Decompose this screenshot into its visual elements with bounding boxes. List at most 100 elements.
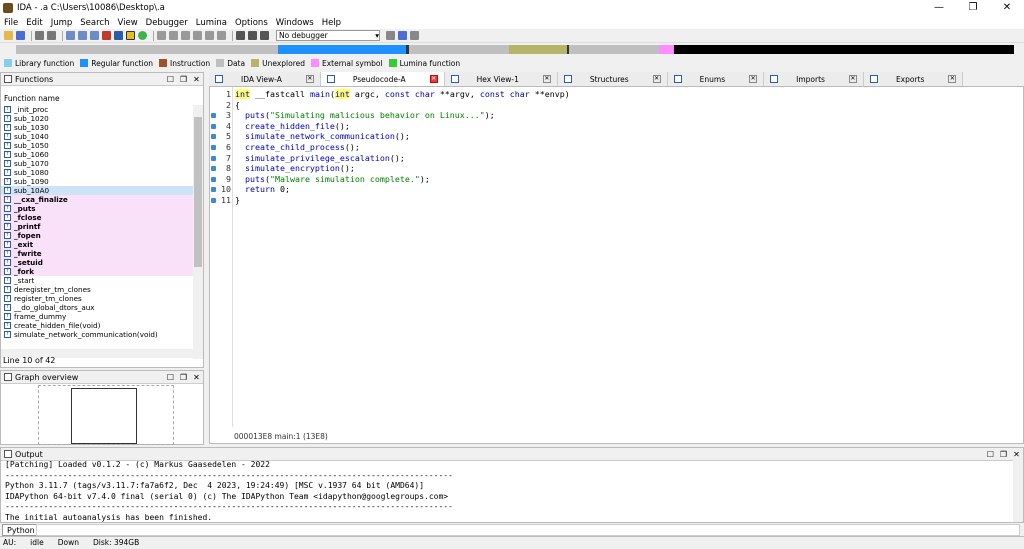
name-icon[interactable] xyxy=(217,31,226,40)
function-row[interactable]: f register_tm_clones xyxy=(1,294,193,303)
tab-close-icon[interactable]: ✕ xyxy=(749,75,758,83)
tab-close-icon[interactable]: ✕ xyxy=(652,75,661,83)
pause-icon[interactable] xyxy=(248,31,257,40)
save-icon[interactable] xyxy=(16,31,25,40)
graph-overview-area[interactable] xyxy=(38,385,174,445)
tab-structures[interactable]: Structures ✕ xyxy=(557,72,668,86)
menu-debugger[interactable]: Debugger xyxy=(146,18,188,28)
undefine-icon[interactable] xyxy=(205,31,214,40)
graph-viewport[interactable] xyxy=(71,388,137,444)
menu-file[interactable]: File xyxy=(4,18,18,28)
paste-icon[interactable] xyxy=(78,31,87,40)
output-scrollbar[interactable] xyxy=(1013,460,1023,526)
data-icon[interactable] xyxy=(169,31,178,40)
functions-scrollbar[interactable] xyxy=(193,105,203,359)
function-row[interactable]: f deregister_tm_clones xyxy=(1,285,193,294)
tab-close-icon[interactable]: ✕ xyxy=(948,75,957,83)
function-row[interactable]: f sub_1070 xyxy=(1,159,193,168)
tab-close-icon[interactable]: ✕ xyxy=(429,75,438,83)
tab-close-icon[interactable]: ✕ xyxy=(542,75,551,83)
function-row[interactable]: f sub_1030 xyxy=(1,123,193,132)
function-row[interactable]: f sub_1080 xyxy=(1,168,193,177)
code-line[interactable]: 11} xyxy=(210,195,1000,206)
close-button[interactable]: ✕ xyxy=(990,0,1024,16)
function-name-column-header[interactable]: Function name xyxy=(1,93,203,105)
function-row[interactable]: f _init_proc xyxy=(1,105,193,114)
code-line[interactable]: 9 puts("Malware simulation complete."); xyxy=(210,174,1000,185)
copy-icon[interactable] xyxy=(66,31,75,40)
code-line[interactable]: 6 create_child_process(); xyxy=(210,142,1000,153)
tab-imports[interactable]: Imports ✕ xyxy=(764,72,864,86)
code-line[interactable]: 1 int __fastcall main(int argc, const cha… xyxy=(210,89,1000,100)
code-icon[interactable] xyxy=(157,31,166,40)
tab-enums[interactable]: Enums ✕ xyxy=(667,72,765,86)
forward-icon[interactable] xyxy=(47,31,56,40)
function-row[interactable]: f _printf xyxy=(1,222,193,231)
tab-close-icon[interactable]: ✕ xyxy=(848,75,857,83)
tools-icon[interactable] xyxy=(410,31,419,40)
function-row[interactable]: f frame_dummy xyxy=(1,312,193,321)
tab-close-icon[interactable]: ✕ xyxy=(305,75,314,83)
code-line[interactable]: 7 simulate_privilege_escalation(); xyxy=(210,153,1000,164)
function-row[interactable]: f _exit xyxy=(1,240,193,249)
code-line[interactable]: 3 puts("Simulating malicious behavior on… xyxy=(210,110,1000,121)
debugger-select[interactable]: No debugger ▾ xyxy=(276,30,380,41)
binary-icon[interactable] xyxy=(90,31,99,40)
scrollbar-thumb[interactable] xyxy=(194,117,202,267)
stop-icon[interactable] xyxy=(260,31,269,40)
arrow-down-icon[interactable] xyxy=(114,31,123,40)
menu-lumina[interactable]: Lumina xyxy=(196,18,227,28)
panel-float-icon[interactable]: ☐ xyxy=(164,75,177,84)
navigation-strip[interactable] xyxy=(16,45,1014,54)
array-icon[interactable] xyxy=(193,31,202,40)
panel-close-icon[interactable]: ✕ xyxy=(1010,450,1023,459)
tab-hex-view-1[interactable]: Hex View-1 ✕ xyxy=(444,72,558,86)
menu-edit[interactable]: Edit xyxy=(26,18,42,28)
panel-float-icon[interactable]: ☐ xyxy=(984,450,997,459)
function-row[interactable]: f sub_1050 xyxy=(1,141,193,150)
function-row[interactable]: f _puts xyxy=(1,204,193,213)
code-line[interactable]: 8 simulate_encryption(); xyxy=(210,163,1000,174)
function-row[interactable]: f simulate_network_communication(void) xyxy=(1,330,193,339)
search-icon[interactable] xyxy=(102,31,111,40)
function-row[interactable]: f sub_1060 xyxy=(1,150,193,159)
back-icon[interactable] xyxy=(35,31,44,40)
function-row[interactable]: f __cxa_finalize xyxy=(1,195,193,204)
python-language-button[interactable]: Python xyxy=(2,524,40,536)
panel-restore-icon[interactable]: ❐ xyxy=(177,75,190,84)
graph-icon[interactable] xyxy=(398,31,407,40)
function-row[interactable]: f _setuid xyxy=(1,258,193,267)
play-icon[interactable] xyxy=(236,31,245,40)
code-line[interactable]: 10 return 0; xyxy=(210,184,1000,195)
function-row[interactable]: f _fork xyxy=(1,267,193,276)
menu-windows[interactable]: Windows xyxy=(276,18,314,28)
function-row[interactable]: f create_hidden_file(void) xyxy=(1,321,193,330)
pseudocode-view[interactable]: 1 int __fastcall main(int argc, const cha… xyxy=(209,86,1024,444)
code-line[interactable]: 2{ xyxy=(210,100,1000,111)
function-row[interactable]: f _start xyxy=(1,276,193,285)
python-command-input[interactable] xyxy=(36,524,1020,536)
menu-jump[interactable]: Jump xyxy=(51,18,73,28)
menu-search[interactable]: Search xyxy=(80,18,109,28)
code-line[interactable]: 4 create_hidden_file(); xyxy=(210,121,1000,132)
menu-help[interactable]: Help xyxy=(322,18,341,28)
function-row[interactable]: f sub_10A0 xyxy=(1,186,193,195)
function-row[interactable]: f __do_global_dtors_aux xyxy=(1,303,193,312)
function-row[interactable]: f sub_1090 xyxy=(1,177,193,186)
tab-ida-view-a[interactable]: IDA View-A ✕ xyxy=(209,72,321,86)
panel-restore-icon[interactable]: ❐ xyxy=(997,450,1010,459)
tab-exports[interactable]: Exports ✕ xyxy=(863,72,964,86)
function-row[interactable]: f _fwrite xyxy=(1,249,193,258)
minimize-button[interactable]: — xyxy=(922,0,956,16)
maximize-button[interactable]: ❐ xyxy=(956,0,990,16)
open-icon[interactable] xyxy=(4,31,13,40)
function-row[interactable]: f _fclose xyxy=(1,213,193,222)
function-row[interactable]: f _fopen xyxy=(1,231,193,240)
function-row[interactable]: f sub_1040 xyxy=(1,132,193,141)
string-icon[interactable] xyxy=(181,31,190,40)
function-row[interactable]: f sub_1020 xyxy=(1,114,193,123)
code-line[interactable]: 5 simulate_network_communication(); xyxy=(210,131,1000,142)
menu-view[interactable]: View xyxy=(117,18,137,28)
lumina-icon[interactable] xyxy=(138,31,147,40)
navigation-band[interactable] xyxy=(0,43,1024,56)
